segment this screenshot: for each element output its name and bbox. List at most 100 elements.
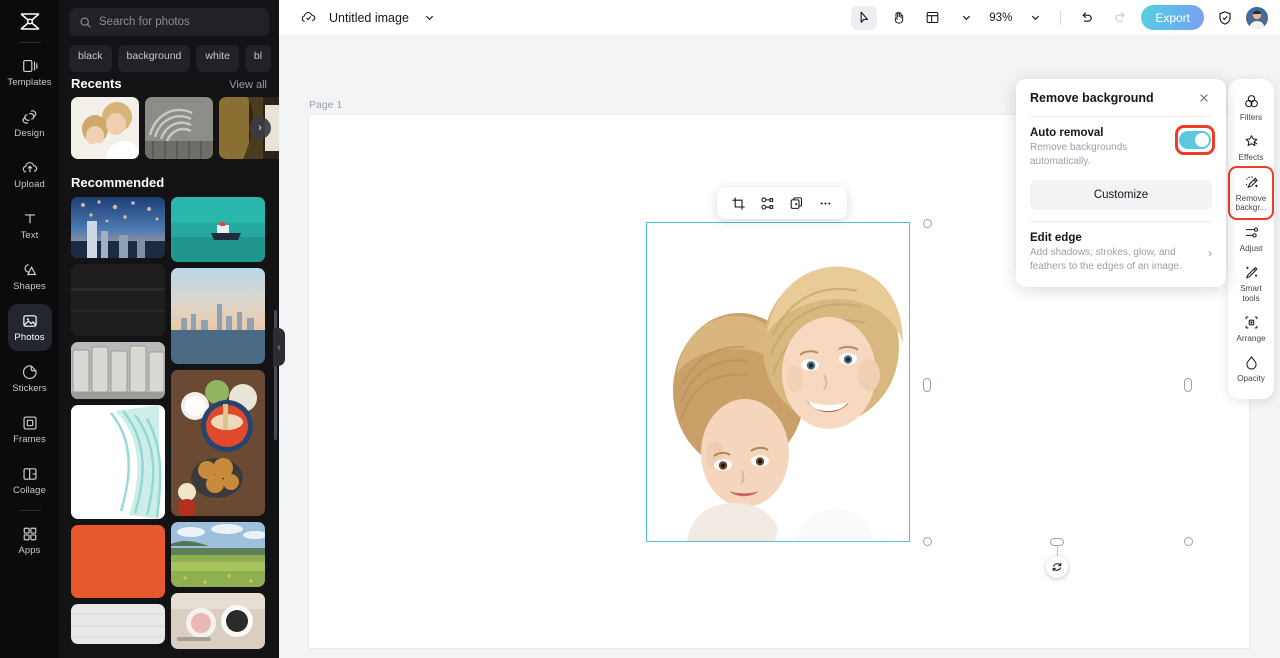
canvas-area[interactable]: Page 1 Remove background Auto removal Re… [279, 35, 1280, 658]
sidebar-item-upload[interactable]: Upload [8, 151, 52, 198]
edit-edge-title: Edit edge [1030, 232, 1082, 244]
capcut-logo[interactable] [10, 6, 50, 36]
sidebar-item-apps[interactable]: Apps [8, 517, 52, 564]
remove-background-panel: Remove background Auto removal Remove ba… [1016, 79, 1226, 287]
sidebar-item-shapes[interactable]: Shapes [8, 253, 52, 300]
cursor-select-icon[interactable] [851, 5, 878, 30]
auto-removal-toggle-wrap [1175, 125, 1215, 155]
sidebar-item-collage[interactable]: Collage [8, 457, 52, 504]
panel-collapse-handle[interactable]: ‹ [273, 328, 285, 366]
rotate-icon [1051, 561, 1063, 573]
right-rail-item-opacity[interactable]: Opacity [1230, 348, 1272, 388]
chevron-left-icon: ‹ [277, 342, 281, 352]
crop-icon[interactable] [725, 190, 752, 216]
resize-handle-top-left[interactable] [923, 219, 932, 228]
cloud-saved-icon[interactable] [295, 6, 321, 30]
auto-removal-toggle[interactable] [1179, 131, 1211, 149]
tag-chip[interactable]: white [196, 45, 239, 72]
resize-handle-middle-left[interactable] [923, 378, 931, 392]
tag-chip[interactable]: bl [244, 45, 272, 72]
design-icon [21, 108, 39, 126]
right-rail-item-adjust[interactable]: Adjust [1230, 218, 1272, 258]
customize-button[interactable]: Customize [1030, 180, 1212, 210]
frames-icon [21, 414, 39, 432]
resize-handle-bottom-center[interactable] [1050, 537, 1064, 546]
sidebar-item-text[interactable]: Text [8, 202, 52, 249]
close-icon[interactable] [1196, 91, 1212, 105]
more-horizontal-icon[interactable] [812, 190, 839, 216]
undo-icon[interactable] [1073, 6, 1099, 30]
grid-column-left [71, 197, 165, 649]
recent-thumbnail[interactable] [145, 97, 213, 159]
resize-handle-bottom-right[interactable] [1184, 537, 1193, 546]
duplicate-icon[interactable] [783, 190, 810, 216]
sidebar-item-label: Text [20, 230, 39, 242]
right-rail-item-remove-background[interactable]: Remove backgr... [1228, 165, 1274, 220]
right-rail-label: Arrange [1236, 333, 1266, 343]
sidebar-item-templates[interactable]: Templates [7, 49, 52, 96]
photo-thumbnail[interactable] [171, 522, 265, 587]
grid-column-right [171, 197, 265, 649]
page-label: Page 1 [309, 99, 343, 111]
layout-chevron-down-icon[interactable] [953, 6, 979, 30]
right-rail-item-effects[interactable]: Effects [1230, 127, 1272, 167]
templates-icon [21, 57, 39, 75]
view-all-link[interactable]: View all [229, 79, 267, 91]
zoom-level-value[interactable]: 93% [989, 12, 1012, 24]
toolbar-divider [1060, 10, 1062, 25]
photo-thumbnail[interactable] [71, 604, 165, 644]
auto-removal-text: Auto removal Remove backgrounds automati… [1030, 127, 1148, 168]
right-rail: Filters Effects Remove backgr... Adjust … [1228, 79, 1274, 399]
resize-handle-middle-right[interactable] [1184, 378, 1192, 392]
avatar[interactable] [1246, 6, 1268, 29]
edit-edge-description: Add shadows, strokes, glow, and feathers… [1030, 247, 1182, 272]
sidebar-item-design[interactable]: Design [8, 100, 52, 147]
selected-image-element[interactable] [646, 222, 910, 542]
sidebar-item-frames[interactable]: Frames [8, 406, 52, 453]
photo-thumbnail[interactable] [71, 264, 165, 336]
tag-chip[interactable]: black [69, 45, 112, 72]
photo-thumbnail[interactable] [171, 197, 265, 262]
tag-chip[interactable]: background [117, 45, 191, 72]
page-layout-icon[interactable] [919, 6, 945, 30]
photo-thumbnail[interactable] [71, 405, 165, 519]
hand-pan-icon[interactable] [885, 6, 911, 30]
cutout-icon[interactable] [754, 190, 781, 216]
search-input[interactable]: Search for photos [69, 8, 269, 36]
right-rail-label: Effects [1238, 153, 1264, 163]
right-rail-item-smart-tools[interactable]: Smart tools [1230, 258, 1272, 308]
adjust-icon [1243, 224, 1260, 241]
zoom-chevron-down-icon[interactable] [1022, 6, 1048, 30]
photo-thumbnail[interactable] [171, 370, 265, 516]
sidebar-item-label: Apps [18, 545, 41, 557]
photo-thumbnail[interactable] [171, 268, 265, 364]
rail-divider [18, 42, 41, 43]
sidebar-item-stickers[interactable]: Stickers [8, 355, 52, 402]
rotate-handle[interactable] [1046, 556, 1068, 578]
document-title[interactable]: Untitled image [329, 11, 409, 25]
chevron-right-icon[interactable]: › [1208, 246, 1212, 260]
sidebar-item-label: Shapes [13, 281, 46, 293]
sidebar-item-photos[interactable]: Photos [7, 304, 52, 351]
photo-thumbnail[interactable] [171, 593, 265, 649]
resize-handle-bottom-left[interactable] [923, 537, 932, 546]
photo-thumbnail[interactable] [71, 525, 165, 598]
photo-thumbnail[interactable] [71, 342, 165, 399]
recents-title: Recents [71, 76, 122, 91]
photo-thumbnail[interactable] [71, 197, 165, 258]
smart-tools-icon [1243, 264, 1260, 281]
edit-edge-row[interactable]: Edit edge Add shadows, strokes, glow, an… [1030, 232, 1212, 273]
sidebar-item-label: Templates [7, 77, 52, 89]
export-button[interactable]: Export [1141, 5, 1204, 30]
top-toolbar: Untitled image 93% Export [279, 0, 1280, 35]
chevron-down-icon[interactable] [417, 6, 443, 30]
recents-next-button[interactable]: › [249, 117, 271, 139]
panel-header: Remove background [1030, 91, 1212, 105]
right-rail-item-arrange[interactable]: Arrange [1230, 308, 1272, 348]
shield-check-icon[interactable] [1212, 6, 1238, 30]
recent-thumbnail[interactable] [71, 97, 139, 159]
recents-strip: › [59, 97, 279, 163]
right-rail-item-filters[interactable]: Filters [1230, 87, 1272, 127]
right-rail-label: Remove backgr... [1235, 193, 1267, 213]
effects-icon [1243, 133, 1260, 150]
